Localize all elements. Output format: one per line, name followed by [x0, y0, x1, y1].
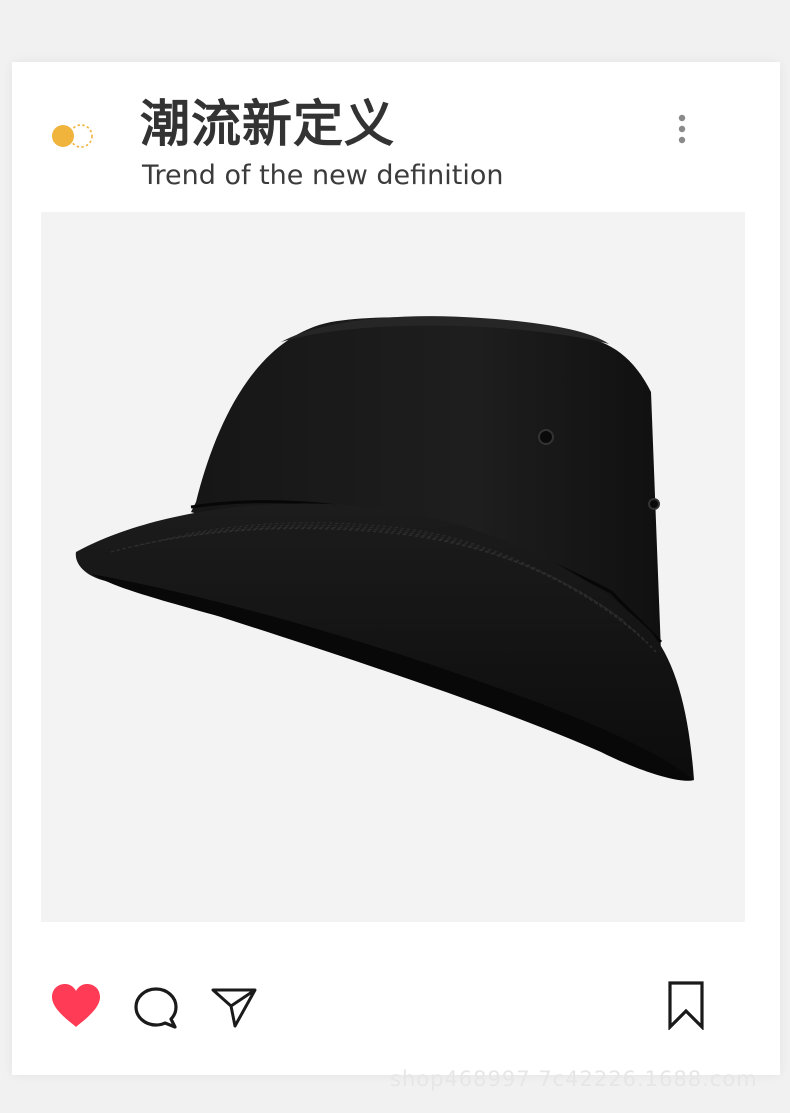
bucket-hat-image: [75, 316, 695, 781]
heart-icon[interactable]: [50, 983, 102, 1029]
send-icon[interactable]: [210, 984, 258, 1030]
post-title: 潮流新定义: [140, 95, 395, 153]
comment-icon[interactable]: [132, 985, 180, 1031]
product-photo: [41, 212, 745, 922]
toggle-icon[interactable]: [50, 123, 98, 149]
bookmark-icon[interactable]: [666, 980, 706, 1030]
more-vertical-icon[interactable]: [672, 112, 692, 146]
watermark: shop468997 7c42226.1688.com: [390, 1067, 758, 1091]
post-subtitle: Trend of the new definition: [142, 160, 504, 191]
post-card: 潮流新定义 Trend of the new definition: [12, 62, 780, 1075]
